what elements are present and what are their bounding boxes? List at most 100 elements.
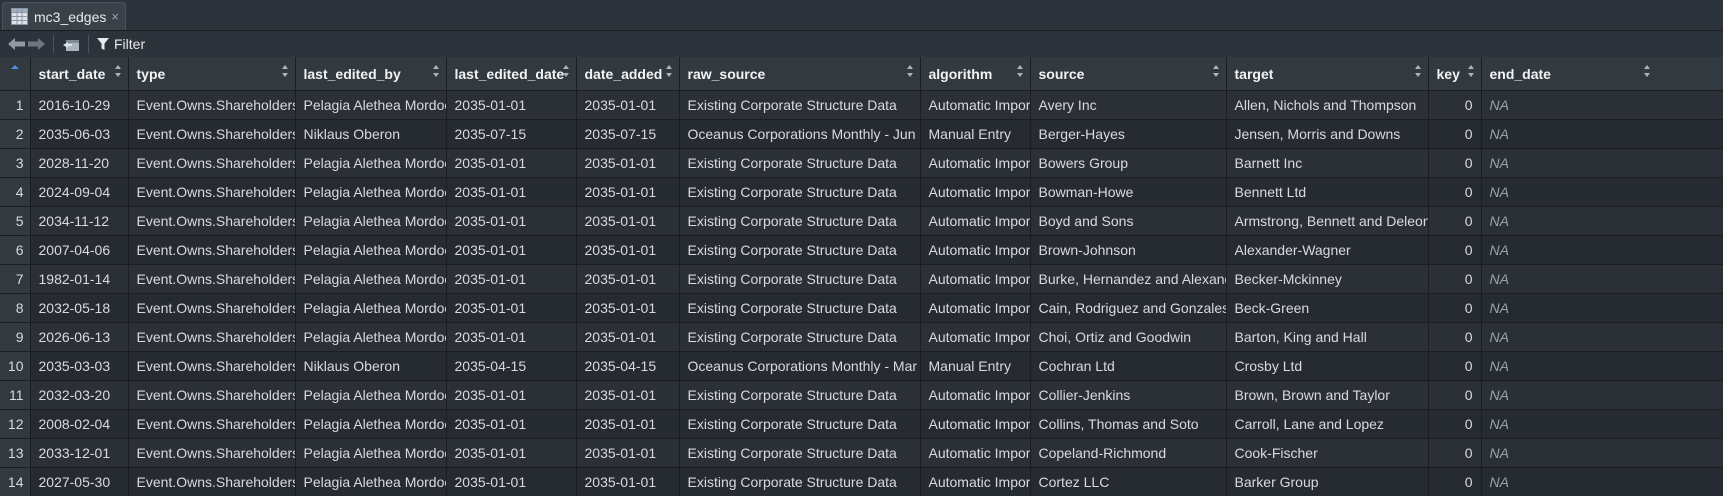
cell-last-edited-by[interactable]: Pelagia Alethea Mordoch: [295, 206, 447, 236]
cell-last-edited-by[interactable]: Pelagia Alethea Mordoch: [295, 322, 447, 352]
cell-raw-source[interactable]: Existing Corporate Structure Data: [679, 148, 921, 178]
cell-date-added[interactable]: 2035-07-15: [576, 119, 680, 149]
cell-start-date[interactable]: 2007-04-06: [30, 235, 129, 265]
cell-raw-source[interactable]: Existing Corporate Structure Data: [679, 177, 921, 207]
cell-raw-source[interactable]: Existing Corporate Structure Data: [679, 467, 921, 496]
table-row[interactable]: 122008-02-04Event.Owns.ShareholdershipPe…: [0, 409, 1723, 439]
cell-date-added[interactable]: 2035-01-01: [576, 264, 680, 294]
cell-start-date[interactable]: 2032-03-20: [30, 380, 129, 410]
cell-algorithm[interactable]: Automatic Import: [920, 438, 1031, 468]
cell-date-added[interactable]: 2035-01-01: [576, 235, 680, 265]
cell-key[interactable]: 0: [1428, 380, 1482, 410]
cell-source[interactable]: Burke, Hernandez and Alexander: [1030, 264, 1227, 294]
cell-target[interactable]: Barker Group: [1226, 467, 1429, 496]
cell-type[interactable]: Event.Owns.Shareholdership: [128, 119, 296, 149]
row-number-header[interactable]: [0, 57, 31, 91]
cell-target[interactable]: Alexander-Wagner: [1226, 235, 1429, 265]
cell-row-number[interactable]: 13: [0, 438, 31, 468]
cell-end-date[interactable]: NA: [1481, 235, 1723, 265]
filter-button[interactable]: Filter: [97, 36, 145, 52]
cell-target[interactable]: Beck-Green: [1226, 293, 1429, 323]
cell-target[interactable]: Allen, Nichols and Thompson: [1226, 90, 1429, 120]
cell-end-date[interactable]: NA: [1481, 177, 1723, 207]
cell-start-date[interactable]: 2035-06-03: [30, 119, 129, 149]
cell-type[interactable]: Event.Owns.Shareholdership: [128, 235, 296, 265]
cell-last-edited-date[interactable]: 2035-01-01: [446, 148, 577, 178]
cell-algorithm[interactable]: Automatic Import: [920, 206, 1031, 236]
cell-last-edited-date[interactable]: 2035-01-01: [446, 409, 577, 439]
cell-source[interactable]: Cain, Rodriguez and Gonzales: [1030, 293, 1227, 323]
cell-raw-source[interactable]: Existing Corporate Structure Data: [679, 322, 921, 352]
cell-source[interactable]: Cortez LLC: [1030, 467, 1227, 496]
cell-raw-source[interactable]: Existing Corporate Structure Data: [679, 235, 921, 265]
cell-row-number[interactable]: 4: [0, 177, 31, 207]
cell-date-added[interactable]: 2035-01-01: [576, 148, 680, 178]
cell-source[interactable]: Collins, Thomas and Soto: [1030, 409, 1227, 439]
cell-date-added[interactable]: 2035-01-01: [576, 322, 680, 352]
cell-end-date[interactable]: NA: [1481, 351, 1723, 381]
cell-start-date[interactable]: 1982-01-14: [30, 264, 129, 294]
cell-raw-source[interactable]: Oceanus Corporations Monthly - Jun '35: [679, 119, 921, 149]
cell-end-date[interactable]: NA: [1481, 438, 1723, 468]
column-header-date-added[interactable]: date_added: [576, 57, 680, 91]
cell-end-date[interactable]: NA: [1481, 293, 1723, 323]
cell-last-edited-date[interactable]: 2035-01-01: [446, 264, 577, 294]
cell-row-number[interactable]: 1: [0, 90, 31, 120]
cell-end-date[interactable]: NA: [1481, 206, 1723, 236]
cell-last-edited-date[interactable]: 2035-01-01: [446, 322, 577, 352]
cell-source[interactable]: Boyd and Sons: [1030, 206, 1227, 236]
cell-date-added[interactable]: 2035-04-15: [576, 351, 680, 381]
cell-date-added[interactable]: 2035-01-01: [576, 293, 680, 323]
column-header-last-edited-date[interactable]: last_edited_date: [446, 57, 577, 91]
cell-row-number[interactable]: 2: [0, 119, 31, 149]
cell-source[interactable]: Collier-Jenkins: [1030, 380, 1227, 410]
cell-type[interactable]: Event.Owns.Shareholdership: [128, 264, 296, 294]
cell-type[interactable]: Event.Owns.Shareholdership: [128, 206, 296, 236]
table-row[interactable]: 62007-04-06Event.Owns.ShareholdershipPel…: [0, 235, 1723, 265]
cell-row-number[interactable]: 6: [0, 235, 31, 265]
cell-date-added[interactable]: 2035-01-01: [576, 90, 680, 120]
cell-algorithm[interactable]: Automatic Import: [920, 177, 1031, 207]
cell-type[interactable]: Event.Owns.Shareholdership: [128, 409, 296, 439]
cell-target[interactable]: Brown, Brown and Taylor: [1226, 380, 1429, 410]
cell-row-number[interactable]: 14: [0, 467, 31, 496]
cell-row-number[interactable]: 11: [0, 380, 31, 410]
cell-start-date[interactable]: 2028-11-20: [30, 148, 129, 178]
cell-target[interactable]: Barnett Inc: [1226, 148, 1429, 178]
cell-start-date[interactable]: 2027-05-30: [30, 467, 129, 496]
cell-type[interactable]: Event.Owns.Shareholdership: [128, 293, 296, 323]
tab-mc3-edges[interactable]: mc3_edges ×: [2, 2, 126, 30]
cell-type[interactable]: Event.Owns.Shareholdership: [128, 90, 296, 120]
cell-start-date[interactable]: 2033-12-01: [30, 438, 129, 468]
cell-key[interactable]: 0: [1428, 119, 1482, 149]
cell-target[interactable]: Bennett Ltd: [1226, 177, 1429, 207]
cell-last-edited-by[interactable]: Pelagia Alethea Mordoch: [295, 148, 447, 178]
cell-source[interactable]: Choi, Ortiz and Goodwin: [1030, 322, 1227, 352]
cell-source[interactable]: Bowers Group: [1030, 148, 1227, 178]
cell-last-edited-by[interactable]: Pelagia Alethea Mordoch: [295, 380, 447, 410]
column-header-raw-source[interactable]: raw_source: [679, 57, 921, 91]
cell-algorithm[interactable]: Automatic Import: [920, 467, 1031, 496]
cell-start-date[interactable]: 2032-05-18: [30, 293, 129, 323]
cell-raw-source[interactable]: Existing Corporate Structure Data: [679, 380, 921, 410]
cell-algorithm[interactable]: Automatic Import: [920, 409, 1031, 439]
table-row[interactable]: 142027-05-30Event.Owns.ShareholdershipPe…: [0, 467, 1723, 496]
cell-source[interactable]: Bowman-Howe: [1030, 177, 1227, 207]
cell-algorithm[interactable]: Automatic Import: [920, 293, 1031, 323]
cell-type[interactable]: Event.Owns.Shareholdership: [128, 467, 296, 496]
cell-start-date[interactable]: 2024-09-04: [30, 177, 129, 207]
cell-start-date[interactable]: 2035-03-03: [30, 351, 129, 381]
cell-key[interactable]: 0: [1428, 148, 1482, 178]
cell-last-edited-by[interactable]: Pelagia Alethea Mordoch: [295, 264, 447, 294]
cell-end-date[interactable]: NA: [1481, 264, 1723, 294]
cell-target[interactable]: Becker-Mckinney: [1226, 264, 1429, 294]
cell-algorithm[interactable]: Manual Entry: [920, 119, 1031, 149]
cell-algorithm[interactable]: Automatic Import: [920, 380, 1031, 410]
column-header-type[interactable]: type: [128, 57, 296, 91]
cell-key[interactable]: 0: [1428, 351, 1482, 381]
column-header-start-date[interactable]: start_date: [30, 57, 129, 91]
cell-date-added[interactable]: 2035-01-01: [576, 177, 680, 207]
column-header-algorithm[interactable]: algorithm: [920, 57, 1031, 91]
cell-raw-source[interactable]: Existing Corporate Structure Data: [679, 90, 921, 120]
cell-target[interactable]: Jensen, Morris and Downs: [1226, 119, 1429, 149]
